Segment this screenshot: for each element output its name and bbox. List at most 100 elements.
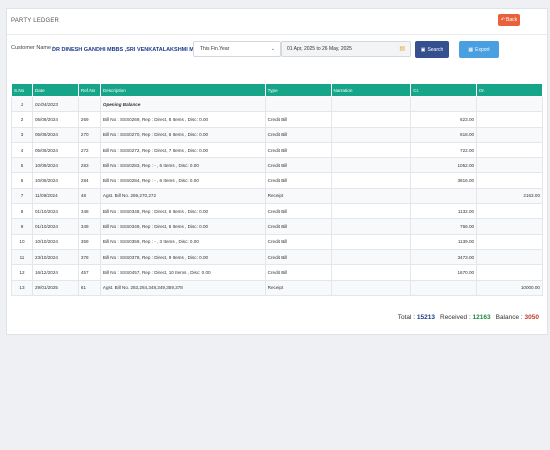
col-header-sno[interactable]: S.No	[11, 83, 33, 97]
cell-sno: 8	[11, 203, 33, 220]
table-row[interactable]: 11 23/10/2024 378 Bill No : SSS0378, Rep : …	[11, 248, 543, 266]
title-divider	[7, 34, 547, 35]
cell-description: Agst. Bill No. 283,284,348,349,359,378	[99, 279, 266, 296]
cell-sno: 7	[11, 187, 33, 205]
cell-ref: 359	[77, 233, 101, 250]
cell-type: Credit Bill	[264, 111, 332, 128]
table-row[interactable]: 1 01/04/2023 Opening Balance	[11, 95, 543, 113]
date-range-value: 01 Apr, 2025 to 26 May, 2025	[287, 46, 352, 52]
cell-sno: 9	[11, 218, 33, 235]
export-button-label: Export	[475, 46, 490, 53]
ledger-summary: Total : 15213 Received : 12163 Balance :…	[398, 314, 539, 321]
cell-date: 10/09/2024	[31, 172, 79, 189]
cell-sno: 4	[11, 141, 33, 159]
col-header-cr[interactable]: Cr.	[410, 83, 478, 97]
cell-narration	[330, 233, 412, 250]
cell-ref: 378	[77, 248, 101, 266]
cell-description: Bill No : SSS0283, Rep : - , 6 Items , D…	[99, 157, 266, 174]
cell-cr	[410, 279, 478, 296]
table-row[interactable]: 7 11/09/2024 48 Agst. Bill No. 269,270,272 R…	[11, 187, 543, 205]
cell-narration	[330, 172, 412, 189]
cell-date: 05/09/2024	[31, 111, 79, 128]
table-row[interactable]: 9 01/10/2024 349 Bill No : SSS0349, Rep : D…	[11, 218, 543, 235]
cell-description: Opening Balance	[99, 95, 266, 113]
cell-ref: 283	[77, 157, 101, 174]
cell-cr: 3473.00	[410, 248, 478, 266]
table-row[interactable]: 5 10/09/2024 283 Bill No : SSS0283, Rep : -…	[11, 157, 543, 174]
cell-narration	[330, 248, 412, 266]
cell-type: Receipt	[264, 279, 332, 296]
cell-ref: 349	[77, 218, 101, 235]
cell-cr: 623.00	[410, 111, 478, 128]
col-header-description[interactable]: Description	[99, 83, 266, 97]
cell-description: Agst. Bill No. 269,270,272	[99, 187, 266, 205]
cell-description: Bill No : SSS0284, Rep : - , 6 Items , D…	[99, 172, 266, 189]
cell-type: Credit Bill	[264, 264, 332, 281]
page-title: PARTY LEDGER	[11, 18, 60, 24]
balance-value: 3050	[524, 314, 539, 321]
cell-narration	[330, 187, 412, 205]
back-button-label: Back	[506, 17, 518, 23]
table-row[interactable]: 6 10/09/2024 284 Bill No : SSS0284, Rep : -…	[11, 172, 543, 189]
cell-type: Credit Bill	[264, 203, 332, 220]
cell-ref: 61	[77, 279, 101, 296]
cell-cr: 3816.00	[410, 172, 478, 189]
cell-ref: 272	[77, 141, 101, 159]
col-header-type[interactable]: Type	[264, 83, 332, 97]
cell-description: Bill No : SSS0348, Rep : Direct, 6 Items…	[99, 203, 266, 220]
table-row[interactable]: 8 01/10/2024 348 Bill No : SSS0348, Rep : D…	[11, 203, 543, 220]
cell-cr	[410, 187, 478, 205]
cell-sno: 1	[11, 95, 33, 113]
col-header-ref[interactable]: Ref.No	[77, 83, 101, 97]
cell-cr	[410, 95, 478, 113]
col-header-narration[interactable]: Narration	[330, 83, 412, 97]
export-button[interactable]: ▦ Export	[459, 41, 499, 58]
cell-sno: 3	[11, 126, 33, 143]
cell-cr: 618.00	[410, 126, 478, 143]
search-button[interactable]: ▣ Search	[415, 41, 449, 58]
cell-narration	[330, 264, 412, 281]
cell-dr	[476, 248, 543, 266]
cell-type: Credit Bill	[264, 172, 332, 189]
back-button[interactable]: ↶ Back	[498, 14, 520, 26]
save-icon: ▣	[420, 46, 426, 53]
cell-description: Bill No : SSS0457, Rep : Direct, 10 Item…	[99, 264, 266, 281]
cell-ref: 348	[77, 203, 101, 220]
table-row[interactable]: 4 05/09/2024 272 Bill No : SSS0272, Rep : D…	[11, 141, 543, 159]
date-range-input[interactable]: 01 Apr, 2025 to 26 May, 2025 ▤	[281, 41, 411, 57]
cell-date: 10/09/2024	[31, 157, 79, 174]
cell-date: 16/12/2024	[31, 264, 79, 281]
cell-ref: 457	[77, 264, 101, 281]
cell-narration	[330, 203, 412, 220]
cell-date: 05/09/2024	[31, 141, 79, 159]
cell-cr: 766.00	[410, 218, 478, 235]
cell-sno: 2	[11, 111, 33, 128]
calendar-icon: ▤	[399, 46, 405, 52]
fin-year-select[interactable]: This Fin.Year ⌄	[193, 41, 281, 57]
col-header-dr[interactable]: Dr.	[476, 83, 543, 97]
cell-dr: 10000.00	[476, 279, 543, 296]
cell-sno: 11	[11, 248, 33, 266]
cell-cr: 1139.00	[410, 233, 478, 250]
table-row[interactable]: 3 05/09/2024 270 Bill No : SSS0270, Rep : D…	[11, 126, 543, 143]
col-header-date[interactable]: Date	[31, 83, 79, 97]
cell-description: Bill No : SSS0349, Rep : Direct, 6 Items…	[99, 218, 266, 235]
total-label: Total :	[397, 314, 416, 321]
table-row[interactable]: 12 16/12/2024 457 Bill No : SSS0457, Rep : …	[11, 264, 543, 281]
cell-ref: 269	[77, 111, 101, 128]
cell-type: Credit Bill	[264, 248, 332, 266]
table-row[interactable]: 10 10/10/2024 359 Bill No : SSS0359, Rep : …	[11, 233, 543, 250]
table-header-row: S.No Date Ref.No Description Type Narrat…	[11, 83, 543, 97]
export-icon: ▦	[468, 46, 474, 53]
back-arrow-icon: ↶	[500, 17, 506, 23]
cell-date: 01/10/2024	[31, 203, 79, 220]
cell-date: 29/01/2025	[31, 279, 79, 296]
cell-narration	[330, 126, 412, 143]
table-row[interactable]: 13 29/01/2025 61 Agst. Bill No. 283,284,348…	[11, 279, 543, 296]
cell-dr	[476, 111, 543, 128]
cell-ref: 48	[77, 187, 101, 205]
cell-type: Credit Bill	[264, 157, 332, 174]
cell-dr	[476, 141, 543, 159]
table-row[interactable]: 2 05/09/2024 269 Bill No : SSS0269, Rep : D…	[11, 111, 543, 128]
cell-date: 01/10/2024	[31, 218, 79, 235]
